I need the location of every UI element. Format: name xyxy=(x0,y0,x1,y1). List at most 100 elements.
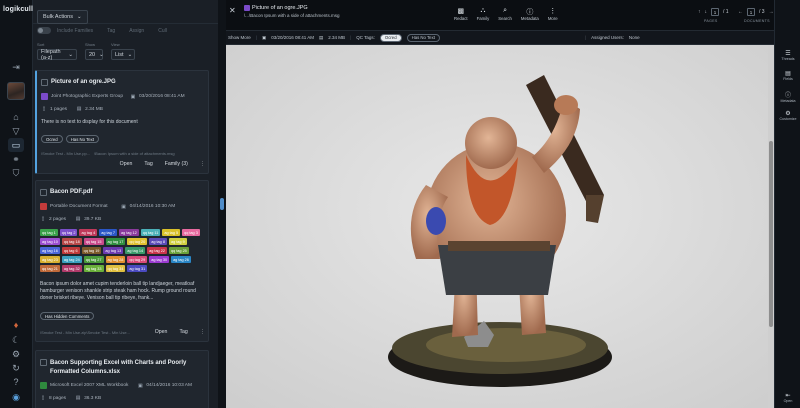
tag-chip[interactable]: ag tag 30 xyxy=(149,256,170,263)
page-up-icon[interactable]: ↑ xyxy=(698,9,701,15)
view-select[interactable]: List ⌄ xyxy=(111,49,135,60)
page-icon: ▯ xyxy=(41,216,45,222)
tag-chip[interactable]: qq tag 1 xyxy=(40,229,58,236)
tag-chip[interactable]: ag tag 32 xyxy=(61,265,82,272)
shield-icon[interactable]: ⛉ xyxy=(8,166,24,180)
tag-chip[interactable]: qq tag 6 xyxy=(61,247,80,254)
history-icon[interactable]: ↻ xyxy=(8,361,24,375)
qc-tag-ocred[interactable]: Ocred xyxy=(379,33,402,42)
more-button[interactable]: ⋮ More xyxy=(548,7,558,21)
threads-button[interactable]: ☰ Threads xyxy=(775,50,800,61)
document-checkbox[interactable] xyxy=(40,189,47,196)
tag-chip[interactable]: ag tag 10 xyxy=(40,238,60,245)
panel-resize-handle[interactable] xyxy=(218,0,226,408)
metadata-panel-button[interactable]: ⓘ Metadata xyxy=(775,90,800,103)
tag-chip[interactable]: qq tag 29 xyxy=(127,256,148,263)
tag-chip[interactable]: qq tag 19 xyxy=(81,247,102,254)
tag-chip[interactable]: ag tag 8 xyxy=(149,238,167,245)
tag-chip[interactable]: ag tag 33 xyxy=(83,265,104,272)
tag-chip[interactable]: qq tag 15 xyxy=(83,238,104,245)
chip-has-no-text: Has No Text xyxy=(65,135,100,143)
tag-chip[interactable]: qq tag 18 xyxy=(61,238,82,245)
home-icon[interactable]: ⌂ xyxy=(8,110,24,124)
tag-chip[interactable]: ag tag 28 xyxy=(105,256,126,263)
search-button[interactable]: ⌕ Search xyxy=(498,7,512,21)
close-icon[interactable]: ✕ xyxy=(229,6,236,15)
notification-icon[interactable]: ♦ xyxy=(8,318,24,332)
qc-tag-has-no-text[interactable]: Has No Text xyxy=(406,33,440,42)
tag-button[interactable]: Tag xyxy=(179,329,187,335)
bulk-actions-dropdown[interactable]: Bulk Actions ⌄ xyxy=(37,10,88,24)
collapse-icon[interactable]: ⇥ xyxy=(8,60,24,74)
help-icon[interactable]: ? xyxy=(8,375,24,389)
tag-chip[interactable]: ag tag 12 xyxy=(118,229,139,236)
family-button[interactable]: Family (3) xyxy=(165,161,188,167)
document-title[interactable]: Bacon Supporting Excel with Charts and P… xyxy=(50,359,200,377)
tag-chip[interactable]: ag tag 24 xyxy=(61,256,82,263)
document-card[interactable]: Bacon Supporting Excel with Charts and P… xyxy=(35,350,209,408)
tag-chip[interactable]: qq tag 3 xyxy=(182,229,200,236)
tag-chip[interactable]: qq tag 2 xyxy=(59,229,78,236)
tag-chip[interactable]: qq tag 21 xyxy=(40,265,60,272)
scrollbar-thumb[interactable] xyxy=(769,141,773,327)
page-input[interactable]: 1 xyxy=(711,8,719,16)
open-button[interactable]: Open xyxy=(120,161,133,167)
more-icon[interactable]: ⋮ xyxy=(200,161,205,167)
moon-icon[interactable]: ☾ xyxy=(8,333,24,347)
customize-button[interactable]: ⚙ Customize xyxy=(775,110,800,121)
resize-grip-icon[interactable] xyxy=(220,198,224,210)
include-families-toggle[interactable] xyxy=(37,27,51,34)
tag-chip[interactable]: ag tag 23 xyxy=(40,256,60,263)
fields-button[interactable]: ▤ Fields xyxy=(775,70,800,81)
tag-action[interactable]: Tag xyxy=(107,28,115,34)
avatar[interactable] xyxy=(7,82,25,100)
document-title[interactable]: Picture of an ogre.JPG xyxy=(51,79,116,85)
show-select[interactable]: 20 ⌄ xyxy=(85,49,104,60)
tag-chip[interactable]: qq tag 11 xyxy=(140,229,161,236)
tag-chip[interactable]: ag tag 22 xyxy=(147,247,167,254)
documents-icon[interactable]: ▭ xyxy=(8,138,24,152)
document-card[interactable]: Bacon PDF.pdf Portable Document Format ▣… xyxy=(35,180,209,342)
page-down-icon[interactable]: ↓ xyxy=(705,9,708,15)
open-button[interactable]: Open xyxy=(155,329,168,335)
family-button[interactable]: ⛬ Family xyxy=(477,7,490,21)
filter-icon[interactable]: ▽ xyxy=(8,124,24,138)
tag-chip[interactable]: ag tag 16 xyxy=(40,247,60,254)
tag-chip[interactable]: qq tag 27 xyxy=(83,256,104,263)
document-input[interactable]: 1 xyxy=(747,8,755,16)
open-panel-button[interactable]: ⇤ Open xyxy=(775,392,800,403)
share-icon[interactable]: ⚭ xyxy=(8,152,24,166)
tag-chip[interactable]: ag tag 13 xyxy=(103,247,124,254)
tag-chip[interactable]: qq tag 25 xyxy=(168,247,189,254)
document-checkbox[interactable] xyxy=(40,359,47,366)
document-title[interactable]: Bacon PDF.pdf xyxy=(50,189,92,195)
document-image[interactable] xyxy=(226,45,774,408)
tag-chip[interactable]: qq tag 20 xyxy=(127,238,148,245)
page-total: / 1 xyxy=(723,9,729,15)
document-checkbox[interactable] xyxy=(41,79,48,86)
tag-chip[interactable]: qq tag 34 xyxy=(105,265,126,272)
tag-chip[interactable]: ag tag 26 xyxy=(171,256,191,263)
sort-select[interactable]: Filepath (a-z) ⌄ xyxy=(37,49,77,61)
tag-chip[interactable]: ag tag 14 xyxy=(125,247,146,254)
document-card[interactable]: Picture of an ogre.JPG Joint Photographi… xyxy=(35,70,209,174)
logout-icon[interactable]: ◉ xyxy=(8,390,24,404)
tag-chip[interactable]: ag tag 9 xyxy=(168,238,187,245)
assign-action[interactable]: Assign xyxy=(129,28,144,34)
tag-button[interactable]: Tag xyxy=(144,161,152,167)
tag-chip[interactable]: ag tag 7 xyxy=(99,229,117,236)
prev-document-icon[interactable]: ← xyxy=(738,9,743,15)
qc-chips: Has Hidden Comments xyxy=(40,312,95,320)
tag-chip[interactable]: ag tag 4 xyxy=(79,229,98,236)
metadata-button[interactable]: ⓘ Metadata xyxy=(521,7,539,21)
more-icon[interactable]: ⋮ xyxy=(200,329,205,335)
tag-chip[interactable]: ag tag 17 xyxy=(105,238,126,245)
settings-icon[interactable]: ⚙ xyxy=(8,347,24,361)
tag-chip[interactable]: ag tag 5 xyxy=(162,229,181,236)
cull-action[interactable]: Cull xyxy=(158,28,167,34)
tag-chip[interactable]: ag tag 31 xyxy=(127,265,148,272)
qc-chips: Ocred Has No Text xyxy=(41,135,100,143)
show-more-link[interactable]: Show More xyxy=(228,35,251,40)
redact-button[interactable]: ▩ Redact xyxy=(454,7,468,21)
next-document-icon[interactable]: → xyxy=(769,9,774,15)
